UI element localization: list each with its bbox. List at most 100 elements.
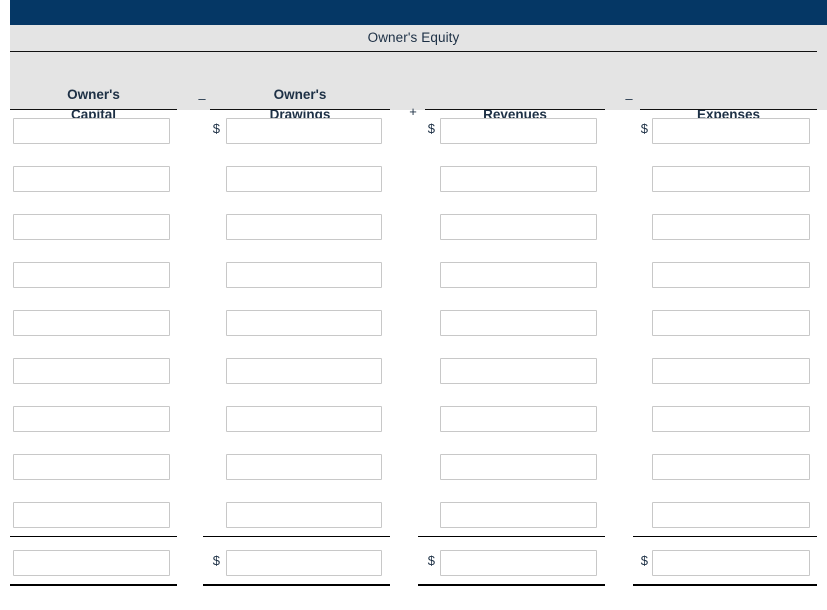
cell-owners-capital [0,494,180,542]
amount-input-expenses-row-9[interactable] [652,502,810,528]
cell-owners-drawings [200,302,395,350]
total-rule-revenues [418,584,605,586]
cell-revenues: $ [415,110,610,158]
cell-owners-capital [0,110,180,158]
cell-expenses [630,494,820,542]
cell-revenues [415,206,610,254]
table-row [0,254,827,302]
cell-expenses [630,206,820,254]
cell-revenues: $ [415,542,610,590]
amount-input-owners-drawings-row-8[interactable] [226,454,382,480]
amount-input-expenses-row-8[interactable] [652,454,810,480]
cell-owners-drawings [200,350,395,398]
amount-input-owners-drawings-row-9[interactable] [226,502,382,528]
cell-expenses [630,158,820,206]
table-row [0,350,827,398]
cell-revenues [415,158,610,206]
cell-expenses [630,398,820,446]
owners-equity-group-rule [10,51,817,52]
cell-owners-capital [0,350,180,398]
amount-input-owners-drawings-row-10[interactable] [226,550,382,576]
column-header-owners-capital-line1: Owner's [67,87,120,102]
table-row [0,302,827,350]
table-row [0,158,827,206]
top-accent-bar [10,0,827,25]
cell-expenses [630,254,820,302]
cell-owners-capital [0,158,180,206]
currency-symbol: $ [212,121,220,136]
amount-input-expenses-row-6[interactable] [652,358,810,384]
amount-input-revenues-row-10[interactable] [440,550,597,576]
amount-input-expenses-row-3[interactable] [652,214,810,240]
amount-input-expenses-row-10[interactable] [652,550,810,576]
amount-input-expenses-row-5[interactable] [652,310,810,336]
cell-owners-capital [0,254,180,302]
amount-input-owners-capital-row-8[interactable] [13,454,170,480]
cell-owners-drawings [200,446,395,494]
subtotal-rule-revenues [418,536,605,537]
table-row: $ $ $ [0,110,827,158]
total-rule-owners-drawings [203,584,390,586]
cell-owners-drawings [200,398,395,446]
worksheet-rows: $ $ $ $ $ $ [0,110,827,610]
amount-input-revenues-row-6[interactable] [440,358,597,384]
currency-symbol: $ [427,553,435,568]
amount-input-owners-capital-row-1[interactable] [13,118,170,144]
amount-input-owners-capital-row-7[interactable] [13,406,170,432]
amount-input-expenses-row-4[interactable] [652,262,810,288]
subtotal-rule-expenses [633,536,817,537]
amount-input-owners-capital-row-3[interactable] [13,214,170,240]
cell-owners-drawings [200,254,395,302]
amount-input-owners-capital-row-4[interactable] [13,262,170,288]
cell-revenues [415,446,610,494]
amount-input-owners-capital-row-9[interactable] [13,502,170,528]
amount-input-owners-drawings-row-6[interactable] [226,358,382,384]
cell-owners-drawings [200,158,395,206]
amount-input-owners-drawings-row-4[interactable] [226,262,382,288]
currency-symbol: $ [640,553,648,568]
amount-input-owners-capital-row-5[interactable] [13,310,170,336]
cell-owners-capital [0,446,180,494]
amount-input-owners-capital-row-10[interactable] [13,550,170,576]
currency-symbol: $ [212,553,220,568]
cell-owners-drawings [200,494,395,542]
table-row [0,206,827,254]
amount-input-owners-drawings-row-7[interactable] [226,406,382,432]
subtotal-rule-owners-capital [10,536,177,537]
cell-revenues [415,494,610,542]
cell-expenses [630,302,820,350]
cell-owners-capital [0,398,180,446]
column-header-owners-drawings: Owner's Drawings [210,58,390,122]
amount-input-revenues-row-9[interactable] [440,502,597,528]
cell-revenues [415,302,610,350]
table-header-band: Owner's Equity Owner's Capital Owner's D… [10,25,827,122]
amount-input-revenues-row-2[interactable] [440,166,597,192]
amount-input-owners-drawings-row-3[interactable] [226,214,382,240]
cell-owners-drawings: $ [200,110,395,158]
amount-input-expenses-row-2[interactable] [652,166,810,192]
amount-input-owners-capital-row-2[interactable] [13,166,170,192]
amount-input-revenues-row-3[interactable] [440,214,597,240]
amount-input-revenues-row-1[interactable] [440,118,597,144]
amount-input-owners-drawings-row-1[interactable] [226,118,382,144]
amount-input-revenues-row-8[interactable] [440,454,597,480]
amount-input-owners-drawings-row-5[interactable] [226,310,382,336]
column-header-expenses: Expenses [640,58,817,122]
amount-input-expenses-row-1[interactable] [652,118,810,144]
amount-input-expenses-row-7[interactable] [652,406,810,432]
amount-input-owners-drawings-row-2[interactable] [226,166,382,192]
amount-input-revenues-row-5[interactable] [440,310,597,336]
amount-input-revenues-row-7[interactable] [440,406,597,432]
cell-expenses: $ [630,542,820,590]
cell-owners-capital [0,302,180,350]
table-row [0,446,827,494]
amount-input-revenues-row-4[interactable] [440,262,597,288]
total-rule-expenses [633,584,817,586]
column-header-owners-capital: Owner's Capital [10,58,177,122]
cell-revenues [415,398,610,446]
amount-input-owners-capital-row-6[interactable] [13,358,170,384]
cell-owners-drawings [200,206,395,254]
column-header-revenues: Revenues [425,58,605,122]
cell-expenses [630,350,820,398]
cell-owners-capital [0,206,180,254]
